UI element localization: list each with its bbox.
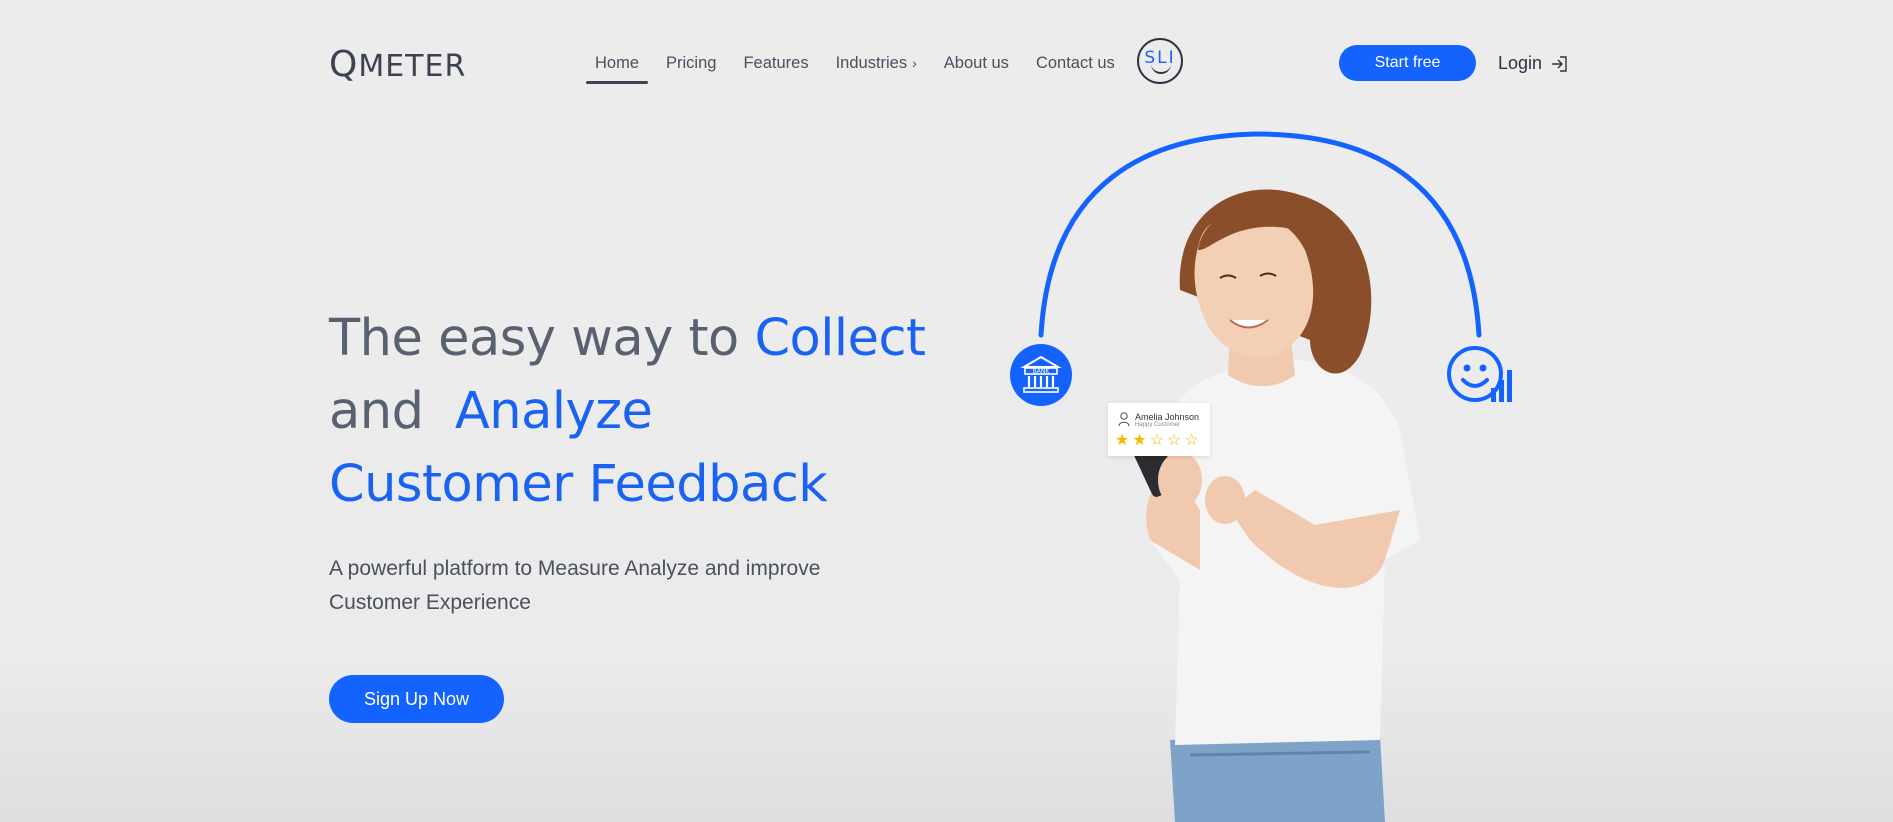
login-label: Login (1498, 53, 1543, 73)
hero-headline: The easy way to Collect and Analyze Cust… (329, 302, 949, 521)
headline-collect: Collect (754, 309, 926, 368)
star-icon: ★ (1115, 432, 1130, 449)
review-card: Amelia Johnson Happy Customer ★ ★ ☆ ☆ ☆ (1108, 403, 1210, 456)
reviewer-subtitle: Happy Customer (1135, 422, 1181, 428)
sli-badge-icon[interactable]: SLI (1137, 38, 1183, 84)
star-rating: ★ ★ ☆ ☆ ☆ (1115, 433, 1199, 449)
nav-item-industries[interactable]: Industries › (836, 54, 917, 73)
sign-up-button[interactable]: Sign Up Now (329, 675, 504, 723)
nav-item-home[interactable]: Home (585, 54, 649, 84)
star-icon: ☆ (1184, 432, 1199, 449)
star-icon: ☆ (1167, 432, 1182, 449)
star-icon: ☆ (1149, 432, 1165, 449)
reviewer-name: Amelia Johnson (1135, 412, 1200, 422)
svg-text:BANK: BANK (1033, 368, 1051, 375)
logo-text: METER (358, 49, 467, 84)
bank-icon: BANK (1010, 344, 1072, 406)
logo-q: Q (329, 44, 359, 85)
woman-with-phone-image (1130, 189, 1420, 822)
main-nav: Home Pricing Features Industries › About … (585, 54, 1142, 84)
nav-item-pricing[interactable]: Pricing (666, 54, 716, 73)
start-free-button[interactable]: Start free (1339, 45, 1476, 81)
hero-illustration: BANK Amelia Johnson Happy Customer ★ ★ ☆… (980, 120, 1540, 822)
brand-logo[interactable]: QMETER (329, 44, 466, 85)
login-link[interactable]: Login (1498, 53, 1569, 74)
headline-customer-feedback: Customer Feedback (329, 455, 828, 514)
chevron-right-icon: › (912, 55, 917, 71)
nav-item-features[interactable]: Features (743, 54, 808, 73)
nav-item-contact[interactable]: Contact us (1036, 54, 1115, 73)
nav-item-about[interactable]: About us (944, 54, 1009, 73)
login-arrow-icon (1552, 55, 1567, 72)
user-icon (1118, 412, 1130, 427)
star-icon: ★ (1132, 432, 1147, 449)
headline-analyze: Analyze (454, 382, 653, 441)
nav-item-industries-label: Industries (835, 54, 908, 72)
headline-part-1: The easy way to (329, 309, 755, 368)
headline-part-2: and (329, 382, 455, 441)
hero-subline: A powerful platform to Measure Analyze a… (329, 557, 821, 614)
sli-badge-text: SLI (1144, 48, 1176, 68)
